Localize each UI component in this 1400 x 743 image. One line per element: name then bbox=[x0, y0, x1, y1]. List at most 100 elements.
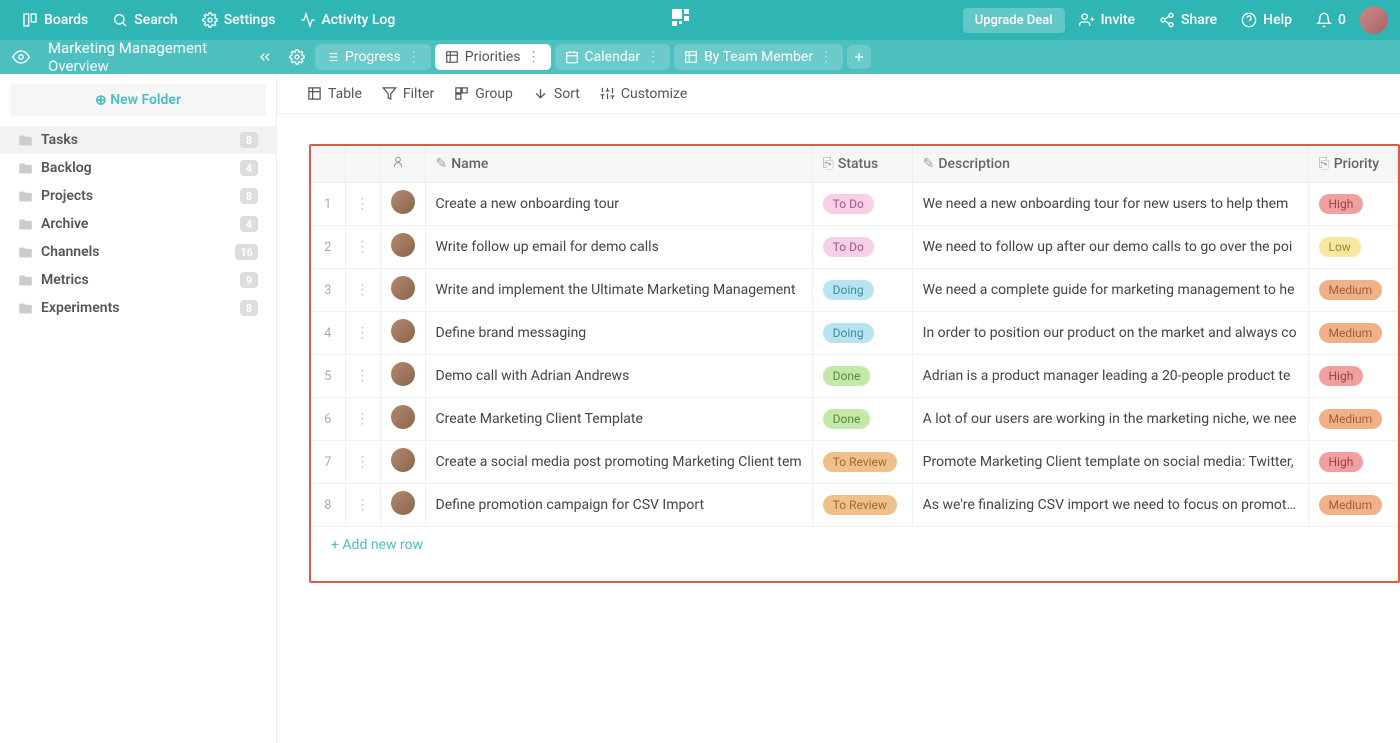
row-priority-cell[interactable]: High bbox=[1308, 441, 1398, 484]
row-description-cell[interactable]: Adrian is a product manager leading a 20… bbox=[912, 355, 1308, 398]
column-description[interactable]: ✎Description bbox=[912, 146, 1308, 183]
row-menu-button[interactable]: ⋮ bbox=[345, 269, 380, 312]
tool-customize[interactable]: Customize bbox=[600, 86, 687, 102]
row-menu-button[interactable]: ⋮ bbox=[345, 183, 380, 226]
table-row[interactable]: 3 ⋮ Write and implement the Ultimate Mar… bbox=[311, 269, 1398, 312]
sidebar-item-experiments[interactable]: Experiments 8 bbox=[0, 294, 276, 322]
row-priority-cell[interactable]: Medium bbox=[1308, 269, 1398, 312]
settings-button[interactable]: Settings bbox=[192, 7, 286, 33]
more-vertical-icon[interactable]: ⋮ bbox=[819, 49, 833, 65]
notifications-button[interactable]: 0 bbox=[1306, 7, 1356, 33]
table-row[interactable]: 1 ⋮ Create a new onboarding tour To Do W… bbox=[311, 183, 1398, 226]
row-assignee[interactable] bbox=[380, 226, 425, 269]
board-settings-button[interactable] bbox=[289, 49, 305, 65]
row-assignee[interactable] bbox=[380, 484, 425, 527]
column-assignee[interactable] bbox=[380, 146, 425, 183]
sidebar-item-metrics[interactable]: Metrics 9 bbox=[0, 266, 276, 294]
invite-button[interactable]: Invite bbox=[1069, 7, 1145, 33]
more-vertical-icon[interactable]: ⋮ bbox=[646, 49, 660, 65]
row-description-cell[interactable]: We need to follow up after our demo call… bbox=[912, 226, 1308, 269]
row-assignee[interactable] bbox=[380, 398, 425, 441]
row-name-cell[interactable]: Write and implement the Ultimate Marketi… bbox=[425, 269, 812, 312]
row-menu-button[interactable]: ⋮ bbox=[345, 355, 380, 398]
tool-filter[interactable]: Filter bbox=[382, 86, 434, 102]
row-status-cell[interactable]: Done bbox=[812, 355, 912, 398]
row-priority-cell[interactable]: Medium bbox=[1308, 484, 1398, 527]
row-assignee[interactable] bbox=[380, 312, 425, 355]
boards-button[interactable]: Boards bbox=[12, 7, 98, 33]
row-name-cell[interactable]: Create a new onboarding tour bbox=[425, 183, 812, 226]
table-row[interactable]: 4 ⋮ Define brand messaging Doing In orde… bbox=[311, 312, 1398, 355]
new-folder-button[interactable]: ⊕ New Folder bbox=[10, 84, 266, 116]
column-row-number bbox=[311, 146, 345, 183]
row-priority-cell[interactable]: Low bbox=[1308, 226, 1398, 269]
row-status-cell[interactable]: Doing bbox=[812, 312, 912, 355]
column-status[interactable]: ⎘Status bbox=[812, 146, 912, 183]
table-row[interactable]: 5 ⋮ Demo call with Adrian Andrews Done A… bbox=[311, 355, 1398, 398]
row-priority-cell[interactable]: High bbox=[1308, 355, 1398, 398]
search-button[interactable]: Search bbox=[102, 7, 187, 33]
tool-group[interactable]: Group bbox=[454, 86, 513, 102]
row-description-cell[interactable]: As we're finalizing CSV import we need t… bbox=[912, 484, 1308, 527]
row-name-cell[interactable]: Create a social media post promoting Mar… bbox=[425, 441, 812, 484]
row-assignee[interactable] bbox=[380, 355, 425, 398]
table-row[interactable]: 7 ⋮ Create a social media post promoting… bbox=[311, 441, 1398, 484]
share-button[interactable]: Share bbox=[1149, 7, 1227, 33]
row-menu-button[interactable]: ⋮ bbox=[345, 226, 380, 269]
row-description-cell[interactable]: We need a complete guide for marketing m… bbox=[912, 269, 1308, 312]
row-description-cell[interactable]: We need a new onboarding tour for new us… bbox=[912, 183, 1308, 226]
user-avatar[interactable] bbox=[1360, 6, 1388, 34]
column-name[interactable]: ✎Name bbox=[425, 146, 812, 183]
row-assignee[interactable] bbox=[380, 183, 425, 226]
row-assignee[interactable] bbox=[380, 441, 425, 484]
row-menu-button[interactable]: ⋮ bbox=[345, 441, 380, 484]
row-priority-cell[interactable]: High bbox=[1308, 183, 1398, 226]
avatar bbox=[391, 491, 415, 515]
table-header-row: ✎Name ⎘Status ✎Description ⎘Priority bbox=[311, 146, 1398, 183]
row-status-cell[interactable]: To Do bbox=[812, 226, 912, 269]
sidebar-item-tasks[interactable]: Tasks 8 bbox=[0, 126, 276, 154]
activity-button[interactable]: Activity Log bbox=[290, 7, 406, 33]
row-name-cell[interactable]: Create Marketing Client Template bbox=[425, 398, 812, 441]
sidebar-item-projects[interactable]: Projects 8 bbox=[0, 182, 276, 210]
row-menu-button[interactable]: ⋮ bbox=[345, 484, 380, 527]
row-name-cell[interactable]: Write follow up email for demo calls bbox=[425, 226, 812, 269]
row-description-cell[interactable]: In order to position our product on the … bbox=[912, 312, 1308, 355]
add-row-button[interactable]: + Add new row bbox=[311, 527, 1398, 563]
row-name-cell[interactable]: Demo call with Adrian Andrews bbox=[425, 355, 812, 398]
row-status-cell[interactable]: To Review bbox=[812, 484, 912, 527]
row-menu-button[interactable]: ⋮ bbox=[345, 312, 380, 355]
collapse-sidebar-button[interactable] bbox=[253, 45, 277, 69]
tool-sort[interactable]: Sort bbox=[533, 86, 580, 102]
row-status-cell[interactable]: To Do bbox=[812, 183, 912, 226]
table-row[interactable]: 8 ⋮ Define promotion campaign for CSV Im… bbox=[311, 484, 1398, 527]
bell-icon bbox=[1316, 12, 1332, 28]
row-name-cell[interactable]: Define brand messaging bbox=[425, 312, 812, 355]
tab-priorities[interactable]: Priorities ⋮ bbox=[435, 44, 551, 70]
row-priority-cell[interactable]: Medium bbox=[1308, 312, 1398, 355]
help-button[interactable]: Help bbox=[1231, 7, 1302, 33]
table-row[interactable]: 6 ⋮ Create Marketing Client Template Don… bbox=[311, 398, 1398, 441]
row-assignee[interactable] bbox=[380, 269, 425, 312]
row-menu-button[interactable]: ⋮ bbox=[345, 398, 380, 441]
row-status-cell[interactable]: To Review bbox=[812, 441, 912, 484]
row-description-cell[interactable]: A lot of our users are working in the ma… bbox=[912, 398, 1308, 441]
column-priority[interactable]: ⎘Priority bbox=[1308, 146, 1398, 183]
row-name-cell[interactable]: Define promotion campaign for CSV Import bbox=[425, 484, 812, 527]
tool-table[interactable]: Table bbox=[307, 86, 362, 102]
tab-by-team-member[interactable]: By Team Member ⋮ bbox=[674, 44, 843, 70]
table-row[interactable]: 2 ⋮ Write follow up email for demo calls… bbox=[311, 226, 1398, 269]
row-priority-cell[interactable]: Medium bbox=[1308, 398, 1398, 441]
more-vertical-icon[interactable]: ⋮ bbox=[407, 49, 421, 65]
sidebar-item-channels[interactable]: Channels 16 bbox=[0, 238, 276, 266]
tab-progress[interactable]: Progress ⋮ bbox=[315, 44, 431, 70]
upgrade-button[interactable]: Upgrade Deal bbox=[963, 8, 1065, 33]
tab-calendar[interactable]: Calendar ⋮ bbox=[555, 44, 671, 70]
row-status-cell[interactable]: Doing bbox=[812, 269, 912, 312]
sidebar-item-backlog[interactable]: Backlog 4 bbox=[0, 154, 276, 182]
sidebar-item-archive[interactable]: Archive 4 bbox=[0, 210, 276, 238]
row-description-cell[interactable]: Promote Marketing Client template on soc… bbox=[912, 441, 1308, 484]
row-status-cell[interactable]: Done bbox=[812, 398, 912, 441]
more-vertical-icon[interactable]: ⋮ bbox=[527, 49, 541, 65]
add-view-button[interactable] bbox=[847, 45, 871, 69]
